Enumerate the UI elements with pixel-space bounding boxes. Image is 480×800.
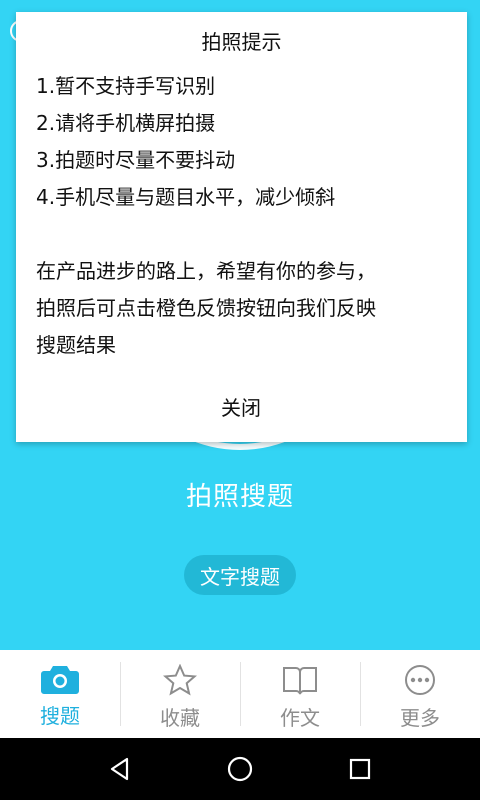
recents-button[interactable] bbox=[340, 749, 380, 789]
book-icon bbox=[283, 667, 317, 695]
tab-label: 作文 bbox=[280, 706, 320, 730]
camera-icon bbox=[41, 666, 79, 694]
text-search-button[interactable]: 文字搜题 bbox=[184, 555, 296, 595]
message-line: 拍照后可点击橙色反馈按钮向我们反映 bbox=[36, 296, 376, 320]
message-line: 搜题结果 bbox=[36, 333, 116, 357]
tab-label: 更多 bbox=[400, 706, 440, 730]
dialog-title: 拍照提示 bbox=[201, 30, 282, 54]
tab-favorites[interactable]: 收藏 bbox=[120, 650, 240, 738]
tip-line: 3.拍题时尽量不要抖动 bbox=[36, 148, 236, 172]
tip-line: 1.暂不支持手写识别 bbox=[36, 74, 216, 98]
home-button[interactable] bbox=[220, 749, 260, 789]
tab-more[interactable]: 更多 bbox=[360, 650, 480, 738]
recents-icon bbox=[349, 758, 371, 780]
home-icon bbox=[227, 756, 253, 782]
tip-line: 4.手机尽量与题目水平，减少倾斜 bbox=[36, 185, 336, 209]
photo-tips-dialog: 拍照提示 1.暂不支持手写识别 2.请将手机横屏拍摄 3.拍题时尽量不要抖动 4… bbox=[16, 12, 467, 442]
tab-label: 搜题 bbox=[40, 704, 80, 728]
camera-search-label[interactable]: 拍照搜题 bbox=[0, 476, 480, 513]
tab-search[interactable]: 搜题 bbox=[0, 650, 120, 738]
tab-label: 收藏 bbox=[160, 706, 200, 730]
dialog-body: 1.暂不支持手写识别 2.请将手机横屏拍摄 3.拍题时尽量不要抖动 4.手机尽量… bbox=[36, 68, 456, 364]
back-icon bbox=[110, 757, 129, 781]
bottom-tab-bar: 搜题 收藏 作文 更多 bbox=[0, 650, 480, 738]
back-button[interactable] bbox=[100, 749, 140, 789]
star-icon bbox=[163, 664, 197, 696]
tab-essay[interactable]: 作文 bbox=[240, 650, 360, 738]
dialog-close-button[interactable]: 关闭 bbox=[191, 390, 291, 426]
message-line: 在产品进步的路上，希望有你的参与， bbox=[36, 259, 376, 283]
more-icon bbox=[405, 665, 435, 695]
tip-line: 2.请将手机横屏拍摄 bbox=[36, 111, 216, 135]
android-nav-bar bbox=[0, 738, 480, 800]
